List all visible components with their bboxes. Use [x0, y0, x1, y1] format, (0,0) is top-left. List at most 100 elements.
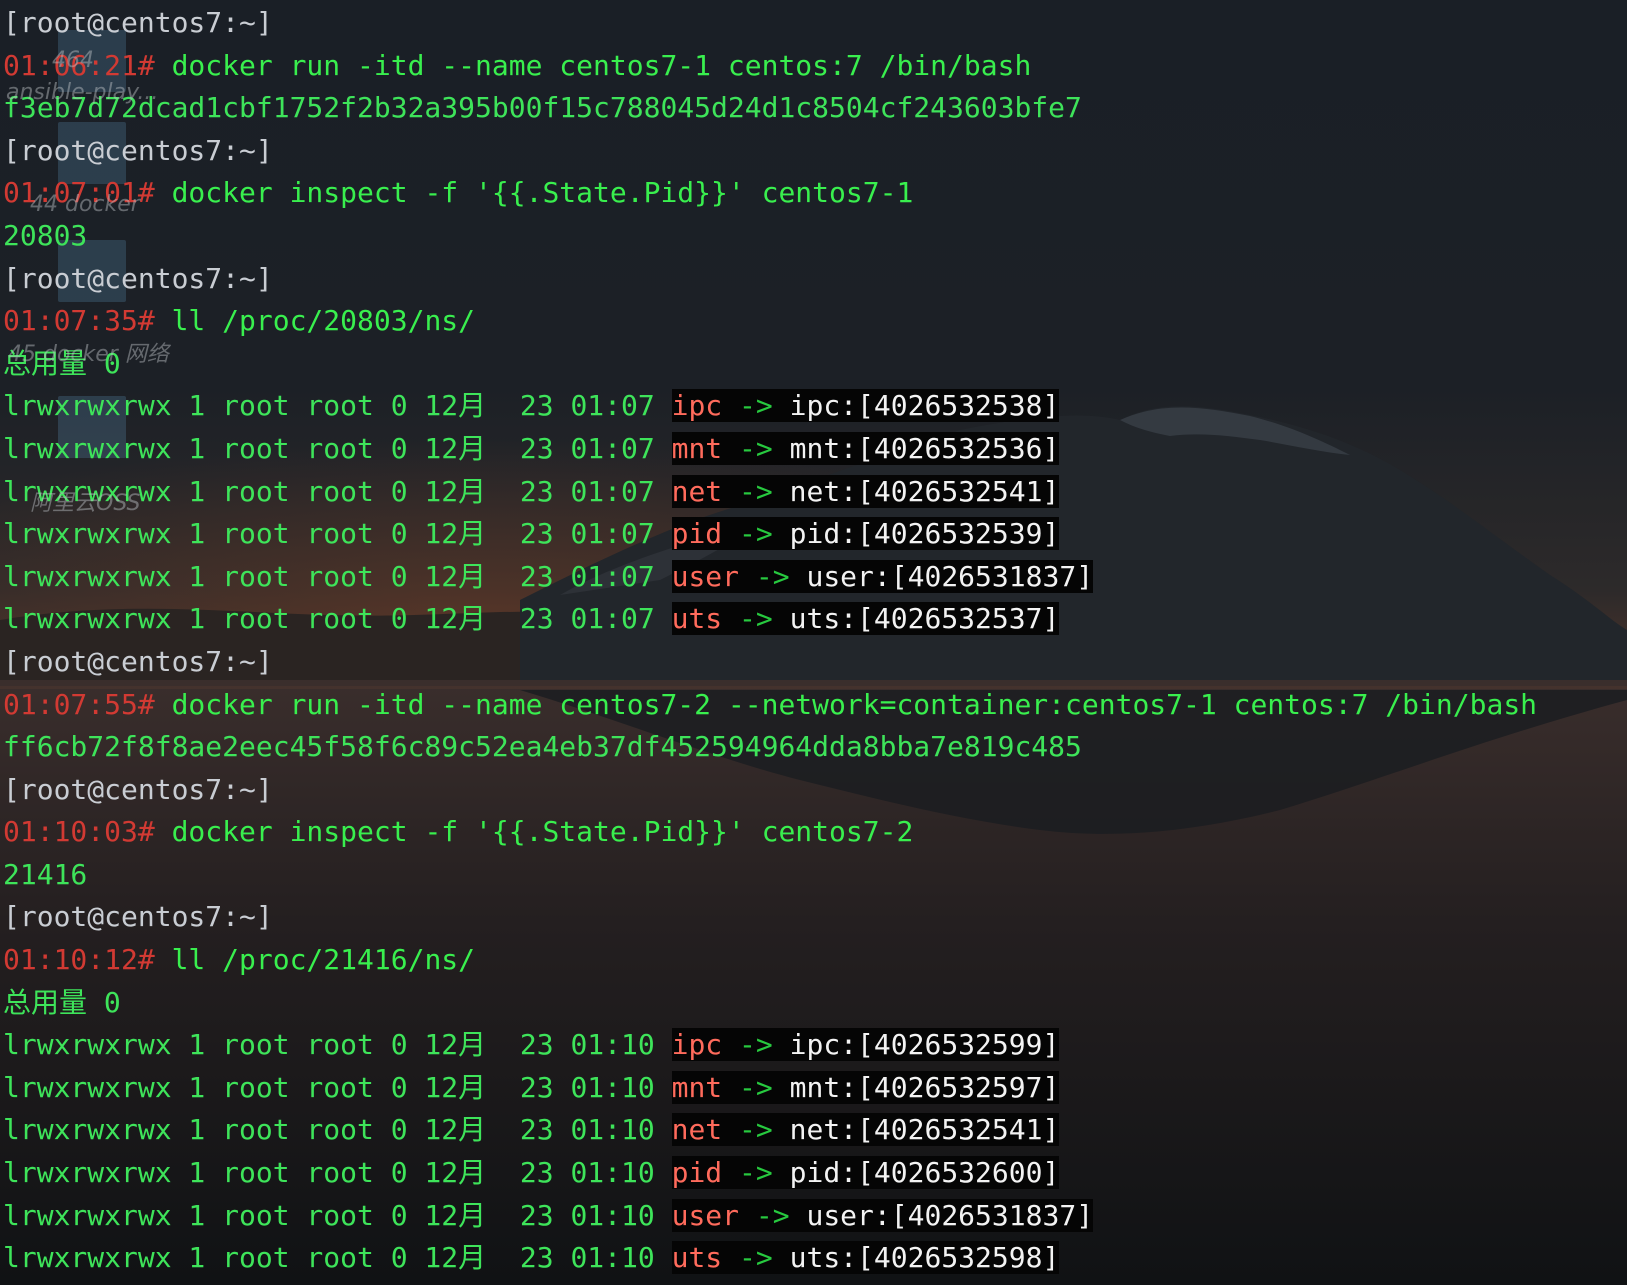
command-line: 01:06:21# docker run -itd --name centos7…: [0, 45, 1627, 88]
ns-listing-row: lrwxrwxrwx 1 root root 0 12月 23 01:10 mn…: [0, 1067, 1627, 1110]
file-permissions: lrwxrwxrwx 1 root root 0 12月 23 01:10: [3, 1113, 672, 1147]
file-permissions: lrwxrwxrwx 1 root root 0 12月 23 01:10: [3, 1028, 672, 1062]
symlink-arrow: ->: [722, 517, 790, 551]
prompt-user-host: [root@centos7:~]: [3, 900, 273, 934]
symlink-arrow: ->: [722, 602, 790, 636]
desktop-icon-label[interactable]: 44 docker: [30, 192, 140, 217]
ns-listing-row: lrwxrwxrwx 1 root root 0 12月 23 01:07 ne…: [0, 471, 1627, 514]
prompt-user-host: [root@centos7:~]: [3, 133, 273, 167]
file-permissions: lrwxrwxrwx 1 root root 0 12月 23 01:10: [3, 1156, 672, 1190]
output-line: ff6cb72f8f8ae2eec45f58f6c89c52ea4eb37df4…: [0, 726, 1627, 769]
symlink-highlight: mnt -> mnt:[4026532536]: [671, 431, 1060, 465]
ns-listing-row: lrwxrwxrwx 1 root root 0 12月 23 01:07 pi…: [0, 513, 1627, 556]
terminal-output[interactable]: [root@centos7:~] 01:06:21# docker run -it…: [0, 0, 1627, 1285]
file-permissions: lrwxrwxrwx 1 root root 0 12月 23 01:07: [3, 389, 672, 423]
desktop-icon-label[interactable]: 45 docker 网络: [8, 336, 169, 368]
ns-name: net: [671, 1113, 723, 1147]
command-line: 01:07:35# ll /proc/20803/ns/: [0, 300, 1627, 343]
symlink-arrow: ->: [739, 559, 807, 593]
ns-target: pid:[4026532600]: [789, 1156, 1060, 1190]
symlink-arrow: ->: [722, 1113, 790, 1147]
symlink-highlight: ipc -> ipc:[4026532538]: [671, 389, 1060, 423]
ns-listing-row: lrwxrwxrwx 1 root root 0 12月 23 01:10 ne…: [0, 1109, 1627, 1152]
ns-target: uts:[4026532598]: [789, 1241, 1060, 1275]
ns-listing-row: lrwxrwxrwx 1 root root 0 12月 23 01:10 ut…: [0, 1237, 1627, 1280]
symlink-highlight: net -> net:[4026532541]: [671, 1113, 1060, 1147]
ns-target: user:[4026531837]: [806, 1198, 1094, 1232]
symlink-highlight: uts -> uts:[4026532598]: [671, 1241, 1060, 1275]
ns-listing-row: lrwxrwxrwx 1 root root 0 12月 23 01:10 pi…: [0, 1152, 1627, 1195]
file-permissions: lrwxrwxrwx 1 root root 0 12月 23 01:07: [3, 602, 672, 636]
command-text: ll /proc/20803/ns/: [154, 304, 476, 338]
ns-target: uts:[4026532537]: [789, 602, 1060, 636]
ns-target: net:[4026532541]: [789, 474, 1060, 508]
ns-listing-row: lrwxrwxrwx 1 root root 0 12月 23 01:07 ut…: [0, 598, 1627, 641]
file-permissions: lrwxrwxrwx 1 root root 0 12月 23 01:10: [3, 1070, 672, 1104]
command-line: 01:10:03# docker inspect -f '{{.State.Pi…: [0, 811, 1627, 854]
desktop-icon-label[interactable]: ansible-play...: [6, 80, 158, 105]
prompt-line: [root@centos7:~]: [0, 896, 1627, 939]
desktop-icon-label[interactable]: 464: [52, 48, 94, 73]
file-permissions: lrwxrwxrwx 1 root root 0 12月 23 01:07: [3, 517, 672, 551]
ns-target: ipc:[4026532538]: [789, 389, 1060, 423]
ns-target: user:[4026531837]: [806, 559, 1094, 593]
ns-listing-row: lrwxrwxrwx 1 root root 0 12月 23 01:07 us…: [0, 556, 1627, 599]
ns-name: ipc: [671, 389, 723, 423]
ns-name: pid: [671, 517, 723, 551]
symlink-highlight: mnt -> mnt:[4026532597]: [671, 1070, 1060, 1104]
symlink-arrow: ->: [722, 1070, 790, 1104]
symlink-arrow: ->: [722, 431, 790, 465]
symlink-arrow: ->: [722, 1156, 790, 1190]
symlink-arrow: ->: [739, 1198, 807, 1232]
ns-name: mnt: [671, 431, 723, 465]
desktop-icon-label[interactable]: 阿里云OSS: [30, 485, 140, 517]
file-permissions: lrwxrwxrwx 1 root root 0 12月 23 01:07: [3, 559, 672, 593]
ns-name: user: [671, 559, 740, 593]
file-permissions: lrwxrwxrwx 1 root root 0 12月 23 01:07: [3, 431, 672, 465]
command-text: docker inspect -f '{{.State.Pid}}' cento…: [154, 815, 914, 849]
symlink-highlight: pid -> pid:[4026532539]: [671, 517, 1060, 551]
prompt-timestamp: 01:07:35#: [3, 304, 155, 338]
prompt-line: [root@centos7:~]: [0, 130, 1627, 173]
output-text: ff6cb72f8f8ae2eec45f58f6c89c52ea4eb37df4…: [3, 730, 1082, 764]
symlink-arrow: ->: [722, 1028, 790, 1062]
ns-name: uts: [671, 1241, 723, 1275]
symlink-arrow: ->: [722, 389, 790, 423]
prompt-user-host: [root@centos7:~]: [3, 6, 273, 39]
command-line: 01:07:55# docker run -itd --name centos7…: [0, 684, 1627, 727]
prompt-line: [root@centos7:~]: [0, 258, 1627, 301]
prompt-line: [root@centos7:~]: [0, 769, 1627, 812]
output-line: 21416: [0, 854, 1627, 897]
command-text: docker run -itd --name centos7-2 --netwo…: [154, 687, 1538, 721]
output-line: f3eb7d72dcad1cbf1752f2b32a395b00f15c7880…: [0, 87, 1627, 130]
command-text: docker run -itd --name centos7-1 centos:…: [154, 48, 1032, 82]
output-line: 总用量 0: [0, 343, 1627, 386]
symlink-highlight: net -> net:[4026532541]: [671, 474, 1060, 508]
output-text: f3eb7d72dcad1cbf1752f2b32a395b00f15c7880…: [3, 91, 1082, 125]
command-line: 01:07:01# docker inspect -f '{{.State.Pi…: [0, 172, 1627, 215]
symlink-highlight: user -> user:[4026531837]: [671, 559, 1094, 593]
output-line: 20803: [0, 215, 1627, 258]
prompt-user-host: [root@centos7:~]: [3, 644, 273, 678]
command-text: ll /proc/21416/ns/: [154, 943, 476, 977]
symlink-highlight: uts -> uts:[4026532537]: [671, 602, 1060, 636]
symlink-highlight: pid -> pid:[4026532600]: [671, 1156, 1060, 1190]
ns-target: ipc:[4026532599]: [789, 1028, 1060, 1062]
ns-target: mnt:[4026532597]: [789, 1070, 1060, 1104]
command-text: docker inspect -f '{{.State.Pid}}' cento…: [154, 176, 914, 210]
command-line: 01:10:12# ll /proc/21416/ns/: [0, 939, 1627, 982]
file-permissions: lrwxrwxrwx 1 root root 0 12月 23 01:10: [3, 1198, 672, 1232]
output-text: 总用量 0: [3, 985, 121, 1019]
ns-name: pid: [671, 1156, 723, 1190]
symlink-highlight: user -> user:[4026531837]: [671, 1198, 1094, 1232]
prompt-line: [root@centos7:~]: [0, 2, 1627, 45]
output-text: 20803: [3, 218, 88, 252]
ns-name: mnt: [671, 1070, 723, 1104]
prompt-user-host: [root@centos7:~]: [3, 772, 273, 806]
ns-listing-row: lrwxrwxrwx 1 root root 0 12月 23 01:07 mn…: [0, 428, 1627, 471]
ns-name: user: [671, 1198, 740, 1232]
ns-target: mnt:[4026532536]: [789, 431, 1060, 465]
ns-listing-row: lrwxrwxrwx 1 root root 0 12月 23 01:07 ip…: [0, 385, 1627, 428]
ns-name: uts: [671, 602, 723, 636]
prompt-timestamp: 01:10:12#: [3, 943, 155, 977]
